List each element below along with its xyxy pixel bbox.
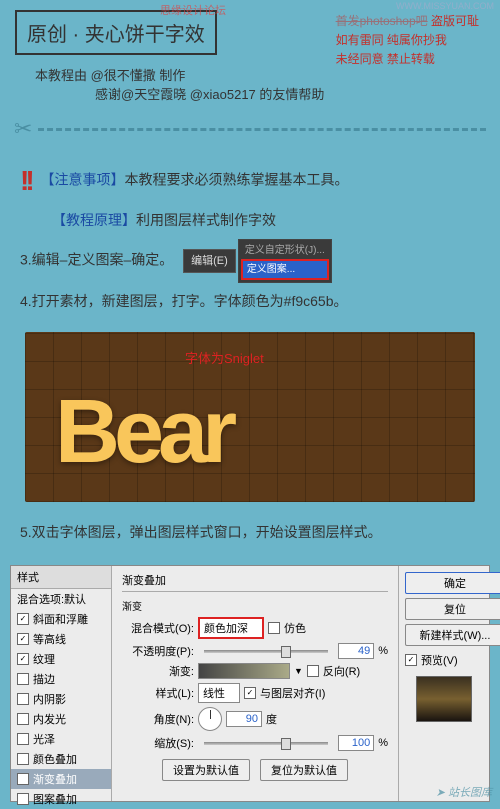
divider: ✂ bbox=[0, 112, 500, 146]
style-label: 样式(L): bbox=[122, 685, 194, 701]
exclaim-icon: !! bbox=[20, 160, 31, 202]
style-row[interactable]: ✓纹理 bbox=[11, 649, 111, 669]
style-row[interactable]: 光泽 bbox=[11, 729, 111, 749]
cancel-button[interactable]: 复位 bbox=[405, 598, 500, 620]
style-row[interactable]: 颜色叠加 bbox=[11, 749, 111, 769]
preview-swatch bbox=[416, 676, 472, 722]
preview-checkbox[interactable]: ✓ bbox=[405, 654, 417, 666]
style-row[interactable]: ✓等高线 bbox=[11, 629, 111, 649]
step3-text: 3.编辑–定义图案–确定。 bbox=[20, 252, 173, 268]
sub-heading: 渐变 bbox=[122, 598, 388, 613]
step4-text: 4.打开素材，新建图层，打字。字体颜色为#f9c65b。 bbox=[20, 291, 480, 312]
styles-header: 样式 bbox=[11, 566, 111, 589]
dropdown-menu: 定义自定形状(J)... 定义图案... bbox=[238, 239, 332, 283]
opacity-input[interactable]: 49 bbox=[338, 643, 374, 659]
angle-label: 角度(N): bbox=[122, 711, 194, 727]
layer-style-dialog: 样式 混合选项:默认✓斜面和浮雕✓等高线✓纹理描边内阴影内发光光泽颜色叠加✓渐变… bbox=[10, 565, 490, 802]
dither-checkbox[interactable] bbox=[268, 622, 280, 634]
bottom-watermark: ➤ 站长图库 bbox=[436, 784, 492, 800]
thanks-text: 感谢@天空霞晓 @xiao5217 的友情帮助 bbox=[95, 84, 324, 103]
blend-label: 混合模式(O): bbox=[122, 620, 194, 636]
style-row[interactable]: 描边 bbox=[11, 669, 111, 689]
reset-default-button[interactable]: 复位为默认值 bbox=[260, 759, 348, 781]
set-default-button[interactable]: 设置为默认值 bbox=[162, 759, 250, 781]
scale-label: 缩放(S): bbox=[122, 735, 194, 751]
style-row[interactable]: ✓斜面和浮雕 bbox=[11, 609, 111, 629]
new-style-button[interactable]: 新建样式(W)... bbox=[405, 624, 500, 646]
scale-input[interactable]: 100 bbox=[338, 735, 374, 751]
author-text: 本教程由 @很不懂撒 制作 bbox=[35, 68, 185, 83]
style-row[interactable]: 内发光 bbox=[11, 709, 111, 729]
style-row[interactable]: 混合选项:默认 bbox=[11, 589, 111, 609]
gradient-label: 渐变: bbox=[122, 663, 194, 679]
blend-mode-select[interactable]: 颜色加深 bbox=[198, 617, 264, 639]
menu-item-pattern[interactable]: 定义图案... bbox=[241, 259, 329, 280]
angle-input[interactable]: 90 bbox=[226, 711, 262, 727]
bear-text: Bear bbox=[55, 381, 231, 484]
panel-title: 渐变叠加 bbox=[122, 572, 388, 592]
style-select[interactable]: 线性 bbox=[198, 683, 240, 703]
style-row[interactable]: 内阴影 bbox=[11, 689, 111, 709]
scissor-icon: ✂ bbox=[14, 116, 32, 142]
principle-text: 利用图层样式制作字效 bbox=[136, 212, 276, 228]
notice-label: 【注意事项】 bbox=[41, 172, 125, 188]
menu-item-shape[interactable]: 定义自定形状(J)... bbox=[241, 242, 329, 259]
warning-block: 首发photoshop吧 盗版可耻 如有雷同 纯属你抄我 未经同意 禁止转载 bbox=[336, 12, 479, 70]
style-row[interactable]: 图案叠加 bbox=[11, 789, 111, 809]
opacity-slider[interactable] bbox=[204, 650, 328, 653]
principle-label: 【教程原理】 bbox=[52, 212, 136, 228]
top-watermark: 思缘设计论坛 bbox=[160, 2, 226, 18]
align-checkbox[interactable]: ✓ bbox=[244, 687, 256, 699]
scale-slider[interactable] bbox=[204, 742, 328, 745]
source-url: WWW.MISSYUAN.COM bbox=[396, 1, 494, 11]
reverse-checkbox[interactable] bbox=[307, 665, 319, 677]
font-annotation: 字体为Sniglet bbox=[185, 348, 264, 367]
notice-text: 本教程要求必须熟练掌握基本工具。 bbox=[125, 172, 349, 188]
step5-text: 5.双击字体图层，弹出图层样式窗口，开始设置图层样式。 bbox=[20, 522, 480, 543]
opacity-label: 不透明度(P): bbox=[122, 643, 194, 659]
angle-dial[interactable] bbox=[198, 707, 222, 731]
example-image: 字体为Sniglet Bear bbox=[25, 332, 475, 502]
gradient-picker[interactable] bbox=[198, 663, 290, 679]
style-row[interactable]: ✓渐变叠加 bbox=[11, 769, 111, 789]
ok-button[interactable]: 确定 bbox=[405, 572, 500, 594]
edit-menu-button[interactable]: 编辑(E) bbox=[183, 249, 236, 274]
